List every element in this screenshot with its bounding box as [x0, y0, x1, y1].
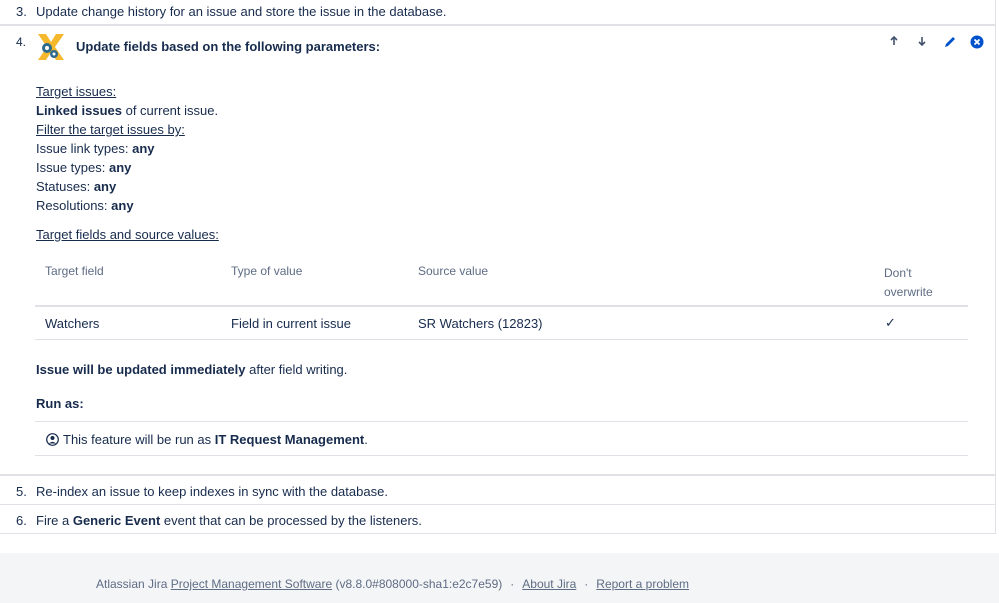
filter-value: any [93, 179, 117, 194]
filter-value: any [108, 160, 132, 175]
delete-close-icon[interactable] [970, 35, 984, 49]
step-text: Fire a Generic Event event that can be p… [36, 513, 422, 528]
step-number: 3. [16, 4, 27, 19]
about-jira-link[interactable]: About Jira [522, 577, 576, 591]
filter-key: Issue types: [36, 160, 109, 175]
linked-issues-rest: of current issue. [121, 103, 219, 118]
run-as-bottom-divider [35, 455, 968, 456]
report-problem-link[interactable]: Report a problem [596, 577, 689, 591]
table-header-divider [35, 305, 968, 307]
filter-value: any [111, 198, 134, 213]
filter-label: Filter the target issues by: [36, 122, 185, 137]
update-fields-plugin-icon [36, 32, 66, 62]
cell-target-field: Watchers [45, 316, 100, 331]
footer-prefix: Atlassian Jira [96, 577, 171, 591]
column-header-source-value: Source value [418, 264, 489, 278]
filter-key: Issue link types: [36, 141, 133, 156]
step-text: Update change history for an issue and s… [36, 4, 447, 19]
filter-statuses: Statuses: any [36, 179, 116, 194]
header-line-2: overwrite [884, 285, 933, 299]
user-circle-icon [46, 433, 59, 449]
step-text-suffix: event that can be processed by the liste… [160, 513, 422, 528]
linked-issues-bold: Linked issues [36, 103, 122, 118]
update-bold: Issue will be updated immediately [36, 362, 246, 377]
cell-type-of-value: Field in current issue [231, 316, 351, 331]
checkmark-icon: ✓ [885, 315, 896, 330]
column-header-dont-overwrite: Don't overwrite [884, 264, 933, 302]
project-management-software-link[interactable]: Project Management Software [171, 577, 332, 591]
run-as-user: IT Request Management [214, 432, 365, 447]
move-down-icon[interactable] [915, 34, 929, 48]
step-title: Update fields based on the following par… [76, 39, 381, 54]
footer-separator: · [584, 577, 589, 591]
update-rest: after field writing. [245, 362, 348, 377]
footer-text: Atlassian Jira Project Management Softwa… [96, 577, 689, 591]
target-issues-label: Target issues: [36, 84, 117, 99]
filter-issue-link-types: Issue link types: any [36, 141, 155, 156]
step-number: 5. [16, 484, 27, 499]
run-as-label: Run as: [36, 396, 84, 411]
footer-version: (v8.8.0#808000-sha1:e2c7e59) [332, 577, 503, 591]
filter-value: any [132, 141, 155, 156]
cell-source-value: SR Watchers (12823) [418, 316, 543, 331]
table-bottom-divider [35, 339, 968, 340]
step-6: 6. Fire a Generic Event event that can b… [0, 504, 996, 534]
run-as-suffix: . [364, 432, 368, 447]
step-number: 6. [16, 513, 27, 528]
step-4: 4. Update fields based on the following … [0, 25, 996, 475]
filter-issue-types: Issue types: any [36, 160, 131, 175]
step-number: 4. [16, 35, 27, 49]
column-header-type-of-value: Type of value [231, 264, 303, 278]
move-up-icon[interactable] [887, 34, 901, 48]
run-as-prefix: This feature will be run as [63, 432, 215, 447]
run-as-line: This feature will be run as IT Request M… [46, 432, 368, 449]
footer: Atlassian Jira Project Management Softwa… [0, 553, 999, 603]
filter-resolutions: Resolutions: any [36, 198, 134, 213]
edit-pencil-icon[interactable] [943, 35, 957, 49]
filter-key: Resolutions: [36, 198, 112, 213]
header-line-1: Don't [884, 266, 912, 280]
run-as-top-divider [35, 421, 968, 422]
filter-key: Statuses: [36, 179, 94, 194]
step-text: Re-index an issue to keep indexes in syn… [36, 484, 388, 499]
linked-issues-line: Linked issues of current issue. [36, 103, 218, 118]
event-name: Generic Event [72, 513, 161, 528]
footer-separator: · [510, 577, 515, 591]
step-3: 3. Update change history for an issue an… [0, 0, 996, 25]
update-immediately-line: Issue will be updated immediately after … [36, 362, 347, 377]
column-header-target-field: Target field [45, 264, 104, 278]
step-5: 5. Re-index an issue to keep indexes in … [0, 475, 996, 505]
target-fields-label: Target fields and source values: [36, 227, 219, 242]
step-text-prefix: Fire a [36, 513, 73, 528]
